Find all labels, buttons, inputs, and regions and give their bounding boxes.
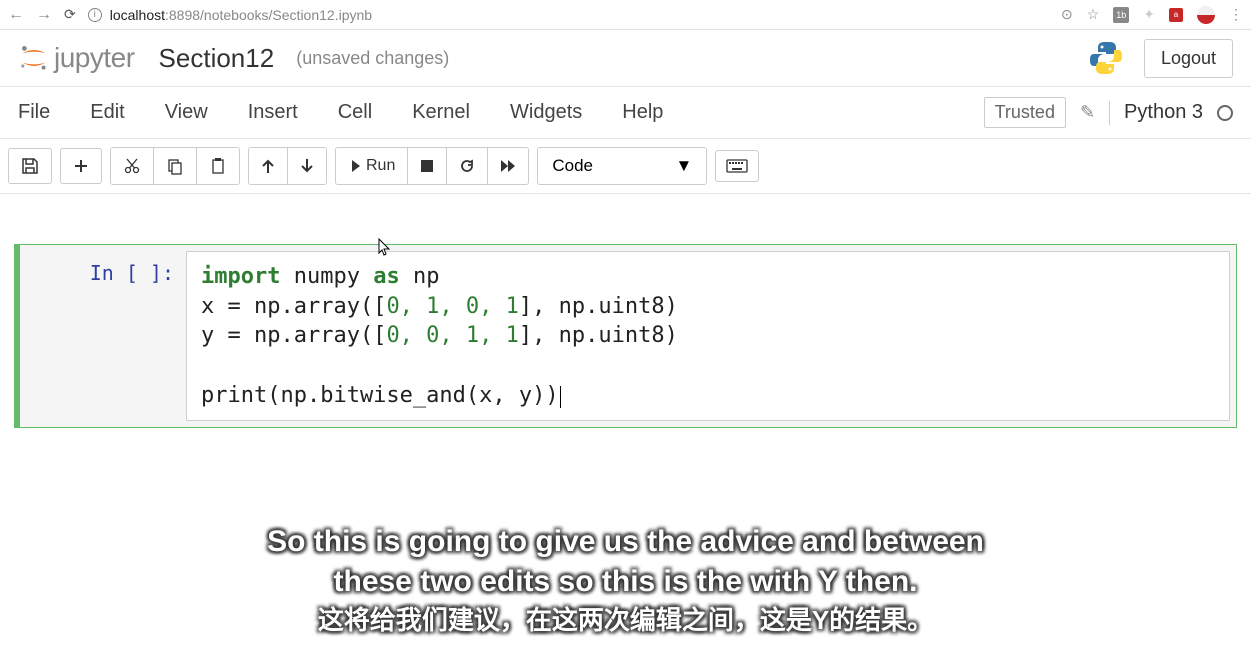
edit-pencil-icon[interactable]: ✎ bbox=[1080, 102, 1095, 123]
site-info-icon[interactable]: i bbox=[88, 8, 102, 22]
divider bbox=[1109, 101, 1110, 125]
save-button[interactable] bbox=[8, 148, 52, 184]
menu-insert[interactable]: Insert bbox=[248, 101, 298, 124]
move-group bbox=[248, 147, 327, 185]
scissors-icon bbox=[123, 157, 141, 175]
run-icon bbox=[348, 159, 360, 173]
kernel-name[interactable]: Python 3 bbox=[1124, 101, 1203, 124]
back-icon[interactable]: ← bbox=[8, 6, 24, 24]
subtitle-cn: 这将给我们建议，在这两次编辑之间，这是Y的结果。 bbox=[0, 603, 1251, 638]
extension-puzzle-icon[interactable]: ✦ bbox=[1143, 6, 1155, 23]
reload-icon[interactable]: ⟳ bbox=[64, 6, 76, 23]
run-group: Run bbox=[335, 147, 529, 185]
arrow-down-icon bbox=[300, 158, 314, 174]
menu-bar: File Edit View Insert Cell Kernel Widget… bbox=[0, 86, 1251, 139]
menu-view[interactable]: View bbox=[165, 101, 208, 124]
zoom-icon[interactable]: ⊙ bbox=[1061, 6, 1073, 23]
cell-type-select[interactable]: Code ▼ bbox=[537, 147, 707, 185]
text-cursor bbox=[560, 386, 561, 408]
restart-icon bbox=[459, 158, 475, 174]
menu-cell[interactable]: Cell bbox=[338, 101, 372, 124]
extension-red-icon[interactable]: a bbox=[1169, 8, 1183, 22]
copy-button[interactable] bbox=[154, 148, 197, 184]
paste-button[interactable] bbox=[197, 148, 239, 184]
logout-button[interactable]: Logout bbox=[1144, 39, 1233, 78]
profile-avatar-icon[interactable] bbox=[1197, 6, 1215, 24]
subtitles: So this is going to give us the advice a… bbox=[0, 522, 1251, 638]
code-cell[interactable]: In [ ]: import numpy as np x = np.array(… bbox=[14, 244, 1237, 428]
trusted-indicator[interactable]: Trusted bbox=[984, 97, 1066, 128]
fast-forward-icon bbox=[500, 159, 516, 173]
command-palette-button[interactable] bbox=[715, 150, 759, 182]
menu-kernel[interactable]: Kernel bbox=[412, 101, 470, 124]
python-logo-icon bbox=[1086, 38, 1126, 78]
jupyter-logo-text: jupyter bbox=[54, 42, 135, 74]
menu-edit[interactable]: Edit bbox=[90, 101, 124, 124]
run-label: Run bbox=[366, 157, 395, 175]
stop-button[interactable] bbox=[408, 148, 447, 184]
arrow-up-icon bbox=[261, 158, 275, 174]
forward-icon[interactable]: → bbox=[36, 6, 52, 24]
add-cell-button[interactable] bbox=[60, 148, 102, 184]
menu-help[interactable]: Help bbox=[622, 101, 663, 124]
cell-prompt: In [ ]: bbox=[26, 251, 186, 421]
code-input[interactable]: import numpy as np x = np.array([0, 1, 0… bbox=[186, 251, 1230, 421]
save-icon bbox=[21, 157, 39, 175]
subtitle-en-1: So this is going to give us the advice a… bbox=[0, 522, 1251, 563]
browser-bar: ← → ⟳ i localhost:8898/notebooks/Section… bbox=[0, 0, 1251, 30]
copy-icon bbox=[166, 157, 184, 175]
toolbar: Run Code ▼ bbox=[0, 139, 1251, 194]
jupyter-logo-icon bbox=[18, 42, 50, 74]
subtitle-en-2: these two edits so this is the with Y th… bbox=[0, 562, 1251, 603]
keyboard-icon bbox=[726, 159, 748, 173]
paste-icon bbox=[209, 157, 227, 175]
chevron-down-icon: ▼ bbox=[676, 156, 693, 176]
url-text: localhost:8898/notebooks/Section12.ipynb bbox=[110, 7, 372, 23]
edit-group bbox=[110, 147, 240, 185]
move-up-button[interactable] bbox=[249, 148, 288, 184]
extension-1b-icon[interactable]: 1b bbox=[1113, 7, 1129, 23]
kernel-status-icon bbox=[1217, 105, 1233, 121]
notebook-title[interactable]: Section12 bbox=[159, 43, 275, 74]
notebook-area: In [ ]: import numpy as np x = np.array(… bbox=[0, 194, 1251, 442]
cut-button[interactable] bbox=[111, 148, 154, 184]
unsaved-indicator: (unsaved changes) bbox=[296, 48, 449, 69]
jupyter-logo[interactable]: jupyter bbox=[18, 42, 135, 74]
nav-arrows: ← → bbox=[8, 6, 52, 24]
cell-type-value: Code bbox=[552, 156, 593, 176]
browser-extensions: ⊙ ☆ 1b ✦ a ⋮ bbox=[1061, 6, 1243, 24]
stop-icon bbox=[420, 159, 434, 173]
run-button[interactable]: Run bbox=[336, 148, 408, 184]
url-bar[interactable]: i localhost:8898/notebooks/Section12.ipy… bbox=[88, 7, 1049, 23]
restart-run-all-button[interactable] bbox=[488, 148, 528, 184]
move-down-button[interactable] bbox=[288, 148, 326, 184]
plus-icon bbox=[73, 158, 89, 174]
menu-dots-icon[interactable]: ⋮ bbox=[1229, 6, 1243, 23]
jupyter-header: jupyter Section12 (unsaved changes) Logo… bbox=[0, 30, 1251, 86]
restart-button[interactable] bbox=[447, 148, 488, 184]
menu-widgets[interactable]: Widgets bbox=[510, 101, 582, 124]
star-icon[interactable]: ☆ bbox=[1087, 6, 1100, 23]
menu-file[interactable]: File bbox=[18, 101, 50, 124]
